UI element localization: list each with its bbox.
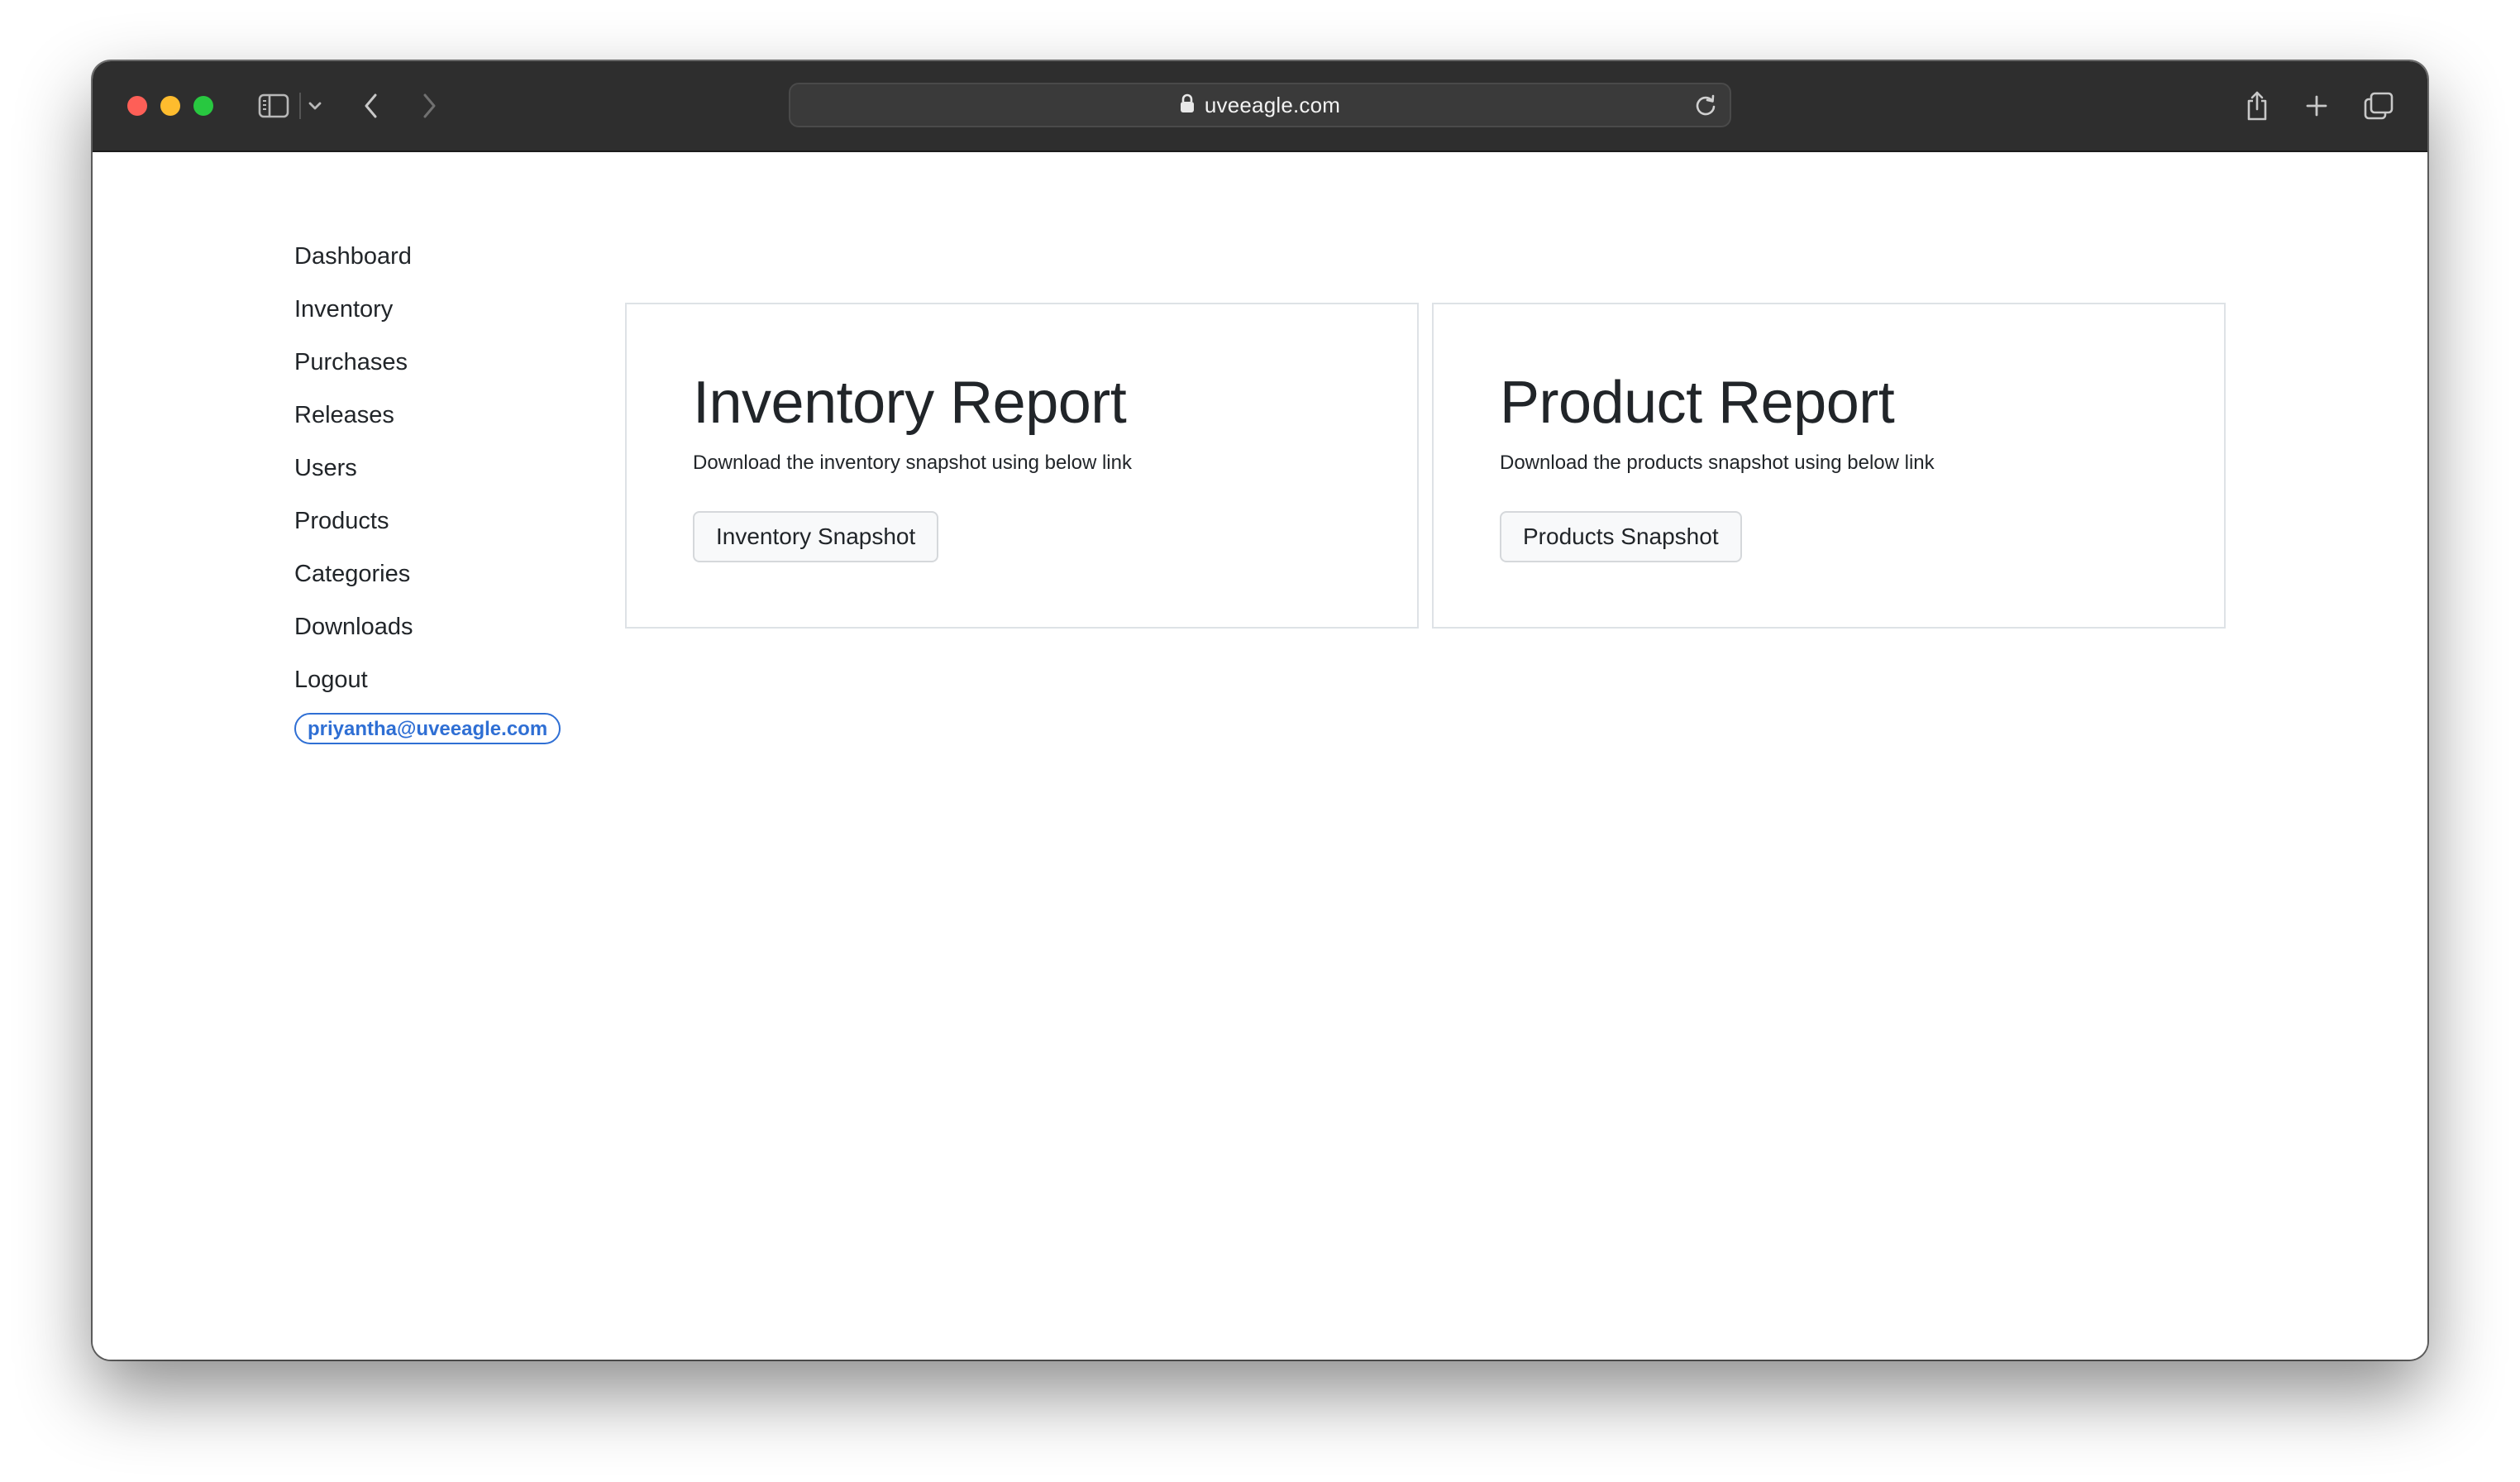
user-email-badge: priyantha@uveeagle.com [294,713,561,744]
sidebar-item-downloads[interactable]: Downloads [294,600,592,653]
reload-icon[interactable] [1693,93,1718,122]
minimize-icon[interactable] [160,96,180,116]
page-content: Dashboard Inventory Purchases Releases U… [93,152,2427,1360]
card-description: Download the products snapshot using bel… [1500,452,1935,474]
inventory-report-card: Inventory Report Download the inventory … [625,303,1419,629]
product-report-card: Product Report Download the products sna… [1432,303,2226,629]
new-tab-icon[interactable] [2302,61,2331,151]
sidebar-item-purchases[interactable]: Purchases [294,336,592,389]
back-icon[interactable] [359,61,384,151]
sidebar-item-categories[interactable]: Categories [294,547,592,600]
sidebar-item-logout[interactable]: Logout [294,653,592,706]
address-bar[interactable]: uveeagle.com [789,83,1731,127]
sidebar-item-dashboard[interactable]: Dashboard [294,230,592,283]
products-snapshot-button[interactable]: Products Snapshot [1500,511,1742,562]
lock-icon [1180,93,1195,117]
sidebar-toggle-icon[interactable] [255,61,293,151]
card-description: Download the inventory snapshot using be… [693,452,1132,474]
url-text: uveeagle.com [1204,92,1341,117]
sidebar-item-inventory[interactable]: Inventory [294,283,592,336]
browser-toolbar: uveeagle.com [93,61,2427,152]
chevron-down-icon[interactable] [304,61,326,151]
tab-overview-icon[interactable] [2361,61,2396,151]
toolbar-divider [298,61,303,151]
sidebar-nav: Dashboard Inventory Purchases Releases U… [294,230,592,744]
sidebar-item-releases[interactable]: Releases [294,389,592,442]
sidebar-item-products[interactable]: Products [294,495,592,547]
screenshot-stage: uveeagle.com Dashboard Inventory Purchas… [0,0,2520,1482]
maximize-icon[interactable] [193,96,213,116]
browser-window: uveeagle.com Dashboard Inventory Purchas… [93,61,2427,1360]
share-icon[interactable] [2241,61,2274,151]
card-title: Inventory Report [693,370,1127,436]
card-title: Product Report [1500,370,1895,436]
forward-icon[interactable] [417,61,441,151]
sidebar-item-users[interactable]: Users [294,442,592,495]
inventory-snapshot-button[interactable]: Inventory Snapshot [693,511,939,562]
url-display: uveeagle.com [790,84,1730,126]
close-icon[interactable] [127,96,147,116]
